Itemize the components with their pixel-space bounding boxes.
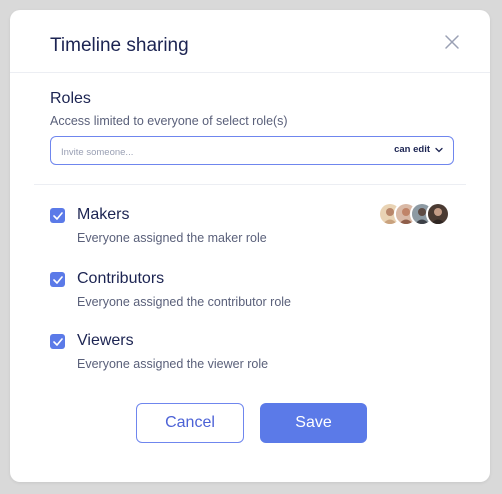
role-description: Everyone assigned the maker role bbox=[77, 231, 267, 245]
role-description: Everyone assigned the viewer role bbox=[77, 357, 269, 371]
role-description: Everyone assigned the contributor role bbox=[77, 295, 292, 309]
role-name: Contributors bbox=[77, 270, 165, 287]
dialog-header: Timeline sharing bbox=[10, 10, 490, 73]
roles-section: Roles Access limited to everyone of sele… bbox=[50, 90, 456, 165]
check-icon bbox=[52, 337, 63, 346]
chevron-down-icon bbox=[435, 147, 443, 152]
check-icon bbox=[52, 275, 63, 284]
permission-label: can edit bbox=[394, 144, 430, 155]
roles-subtitle: Access limited to everyone of select rol… bbox=[50, 114, 288, 128]
roles-heading: Roles bbox=[50, 90, 91, 107]
section-divider bbox=[34, 184, 466, 185]
invite-field: can edit bbox=[50, 136, 454, 165]
makers-checkbox[interactable] bbox=[50, 208, 65, 223]
role-name: Makers bbox=[77, 206, 130, 223]
dialog-title: Timeline sharing bbox=[50, 35, 189, 56]
viewers-checkbox[interactable] bbox=[50, 334, 65, 349]
cancel-button[interactable]: Cancel bbox=[136, 403, 244, 443]
contributors-checkbox[interactable] bbox=[50, 272, 65, 287]
close-icon[interactable] bbox=[442, 32, 462, 52]
avatar bbox=[426, 202, 450, 226]
role-name: Viewers bbox=[77, 332, 134, 349]
avatar-group bbox=[378, 202, 450, 226]
save-button[interactable]: Save bbox=[260, 403, 367, 443]
check-icon bbox=[52, 211, 63, 220]
share-dialog: Timeline sharing Roles Access limited to… bbox=[10, 10, 490, 482]
permission-dropdown[interactable]: can edit bbox=[394, 144, 443, 155]
invite-input[interactable] bbox=[59, 142, 363, 162]
